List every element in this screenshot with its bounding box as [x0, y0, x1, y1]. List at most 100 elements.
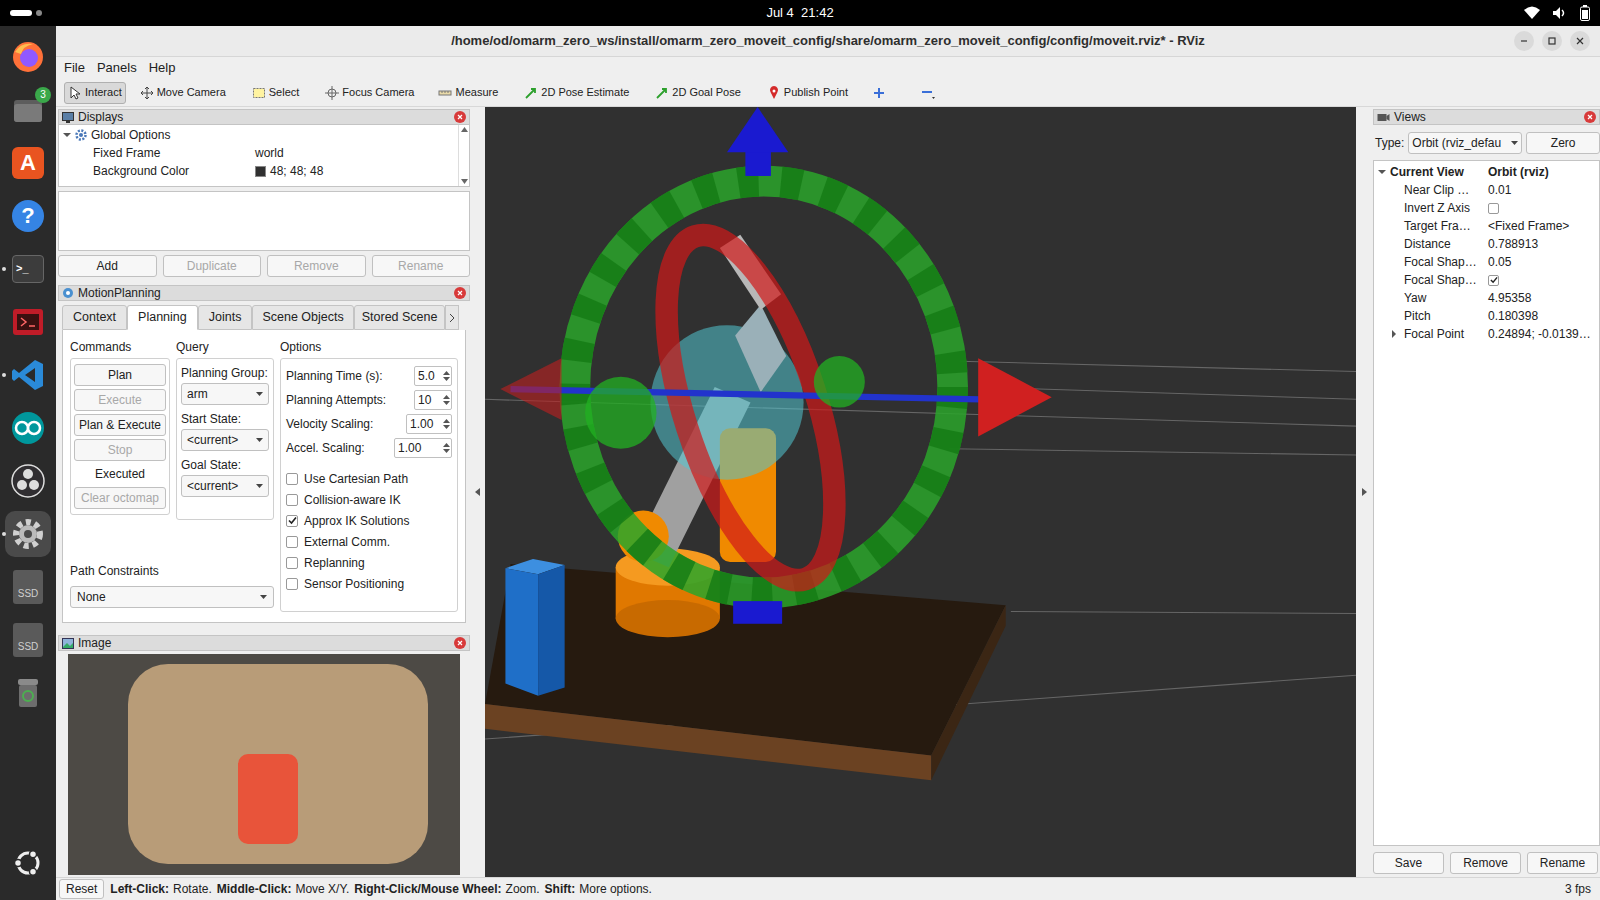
- checkbox-row[interactable]: Collision-aware IK: [286, 489, 452, 510]
- system-tray[interactable]: [1390, 5, 1590, 21]
- checkbox[interactable]: [286, 557, 298, 569]
- checkbox[interactable]: [286, 494, 298, 506]
- close-button[interactable]: [1570, 31, 1590, 51]
- maximize-button[interactable]: [1542, 31, 1562, 51]
- clock[interactable]: Jul 4 21:42: [766, 3, 833, 23]
- remove-button[interactable]: Remove: [1450, 852, 1521, 874]
- checkbox[interactable]: [286, 473, 298, 485]
- tree-row[interactable]: Focal Shap…: [1374, 271, 1599, 289]
- plan-execute-button[interactable]: Plan & Execute: [74, 414, 166, 436]
- dock-item[interactable]: [0, 295, 56, 348]
- tab[interactable]: Context: [62, 305, 127, 330]
- checkbox[interactable]: [1488, 275, 1499, 286]
- dock-item[interactable]: ?: [0, 189, 56, 242]
- dock-item[interactable]: [0, 507, 56, 560]
- dock-item[interactable]: 3: [0, 83, 56, 136]
- dock-item[interactable]: [0, 666, 56, 719]
- toolbar-button[interactable]: Select: [248, 82, 304, 104]
- checkbox-row[interactable]: External Comm.: [286, 531, 452, 552]
- planning-group-select[interactable]: arm: [181, 383, 269, 405]
- dock-item[interactable]: [0, 348, 56, 401]
- dock-item[interactable]: SSD: [0, 560, 56, 613]
- toolbar-button[interactable]: 2D Pose Estimate: [520, 82, 633, 104]
- toolbar-button[interactable]: Move Camera: [136, 82, 230, 104]
- menu-item[interactable]: Help: [143, 58, 182, 78]
- panel-close-button[interactable]: [1584, 111, 1596, 123]
- dock-item[interactable]: A: [0, 136, 56, 189]
- tree-row[interactable]: Focal Point0.24894; -0.0139…: [1374, 325, 1599, 343]
- plan-button[interactable]: Plan: [74, 364, 166, 386]
- checkbox[interactable]: [286, 536, 298, 548]
- toolbar-button[interactable]: 2D Goal Pose: [651, 82, 744, 104]
- tab[interactable]: Planning: [127, 305, 198, 330]
- 3d-viewport[interactable]: [485, 107, 1356, 877]
- checkbox-row[interactable]: Use Cartesian Path: [286, 468, 452, 489]
- scrollbar[interactable]: [458, 125, 469, 186]
- tree-row[interactable]: Fixed Frameworld: [59, 144, 458, 162]
- velocity-scaling-spinbox[interactable]: 1.00: [406, 414, 452, 434]
- remove-tool-button[interactable]: [920, 86, 936, 100]
- goal-state-select[interactable]: <current>: [181, 475, 269, 497]
- tree-row[interactable]: Focal Shap…0.05: [1374, 253, 1599, 271]
- save-button[interactable]: Save: [1373, 852, 1444, 874]
- toolbar-button[interactable]: Focus Camera: [321, 82, 418, 104]
- reset-button[interactable]: Reset: [59, 879, 104, 899]
- tree-row[interactable]: Invert Z Axis: [1374, 199, 1599, 217]
- dock-item[interactable]: SSD: [0, 613, 56, 666]
- checkbox[interactable]: [1488, 203, 1499, 214]
- tab[interactable]: Joints: [198, 305, 253, 330]
- menu-item[interactable]: Panels: [91, 58, 143, 78]
- checkbox[interactable]: [286, 578, 298, 590]
- duplicate-button[interactable]: Duplicate: [163, 255, 262, 277]
- panel-close-button[interactable]: [454, 637, 466, 649]
- tree-row[interactable]: Background Color48; 48; 48: [59, 162, 458, 180]
- show-apps[interactable]: [13, 848, 43, 878]
- planning-time-spinbox[interactable]: 5.0: [414, 366, 452, 386]
- minimize-button[interactable]: [1514, 31, 1534, 51]
- panel-close-button[interactable]: [454, 287, 466, 299]
- view-type-select[interactable]: Orbit (rviz_defau: [1408, 132, 1522, 154]
- tree-row[interactable]: Global Options: [59, 126, 458, 144]
- app-icon: [11, 305, 45, 339]
- tab[interactable]: Stored Scene: [354, 305, 446, 330]
- start-state-select[interactable]: <current>: [181, 429, 269, 451]
- dock-item[interactable]: >_: [0, 242, 56, 295]
- tab[interactable]: Scene Objects: [252, 305, 353, 330]
- dock-item[interactable]: [0, 401, 56, 454]
- add-button[interactable]: Add: [58, 255, 157, 277]
- tree-row[interactable]: Current View Orbit (rviz): [1374, 163, 1599, 181]
- remove-button[interactable]: Remove: [267, 255, 366, 277]
- menu-item[interactable]: File: [58, 58, 91, 78]
- add-tool-button[interactable]: [872, 86, 886, 100]
- tree-row[interactable]: Distance0.788913: [1374, 235, 1599, 253]
- tree-row[interactable]: Pitch0.180398: [1374, 307, 1599, 325]
- stop-button[interactable]: Stop: [74, 439, 166, 461]
- execute-button[interactable]: Execute: [74, 389, 166, 411]
- splitter[interactable]: [470, 107, 485, 877]
- toolbar-button[interactable]: Publish Point: [763, 82, 852, 104]
- tree-row[interactable]: Target Fra…<Fixed Frame>: [1374, 217, 1599, 235]
- zero-button[interactable]: Zero: [1526, 132, 1600, 154]
- toolbar-button[interactable]: Measure: [434, 82, 502, 104]
- splitter[interactable]: [1356, 107, 1373, 877]
- tab-scroll-button[interactable]: [445, 305, 459, 330]
- checkbox-row[interactable]: Replanning: [286, 552, 452, 573]
- path-constraints-select[interactable]: None: [70, 586, 274, 608]
- menu-bar: File Panels Help: [56, 57, 1600, 79]
- checkbox-row[interactable]: Approx IK Solutions: [286, 510, 452, 531]
- dock-item[interactable]: [0, 454, 56, 507]
- rename-button[interactable]: Rename: [372, 255, 471, 277]
- activities[interactable]: [10, 10, 210, 16]
- rename-button[interactable]: Rename: [1527, 852, 1598, 874]
- collapse-left-icon: [475, 488, 480, 496]
- clear-octomap-button[interactable]: Clear octomap: [74, 487, 166, 509]
- checkbox[interactable]: [286, 515, 298, 527]
- tree-row[interactable]: Yaw4.95358: [1374, 289, 1599, 307]
- dock-item[interactable]: [0, 30, 56, 83]
- panel-close-button[interactable]: [454, 111, 466, 123]
- tree-row[interactable]: Near Clip …0.01: [1374, 181, 1599, 199]
- accel-scaling-spinbox[interactable]: 1.00: [394, 438, 452, 458]
- toolbar-button[interactable]: Interact: [64, 82, 126, 104]
- planning-attempts-spinbox[interactable]: 10: [414, 390, 452, 410]
- checkbox-row[interactable]: Sensor Positioning: [286, 573, 452, 594]
